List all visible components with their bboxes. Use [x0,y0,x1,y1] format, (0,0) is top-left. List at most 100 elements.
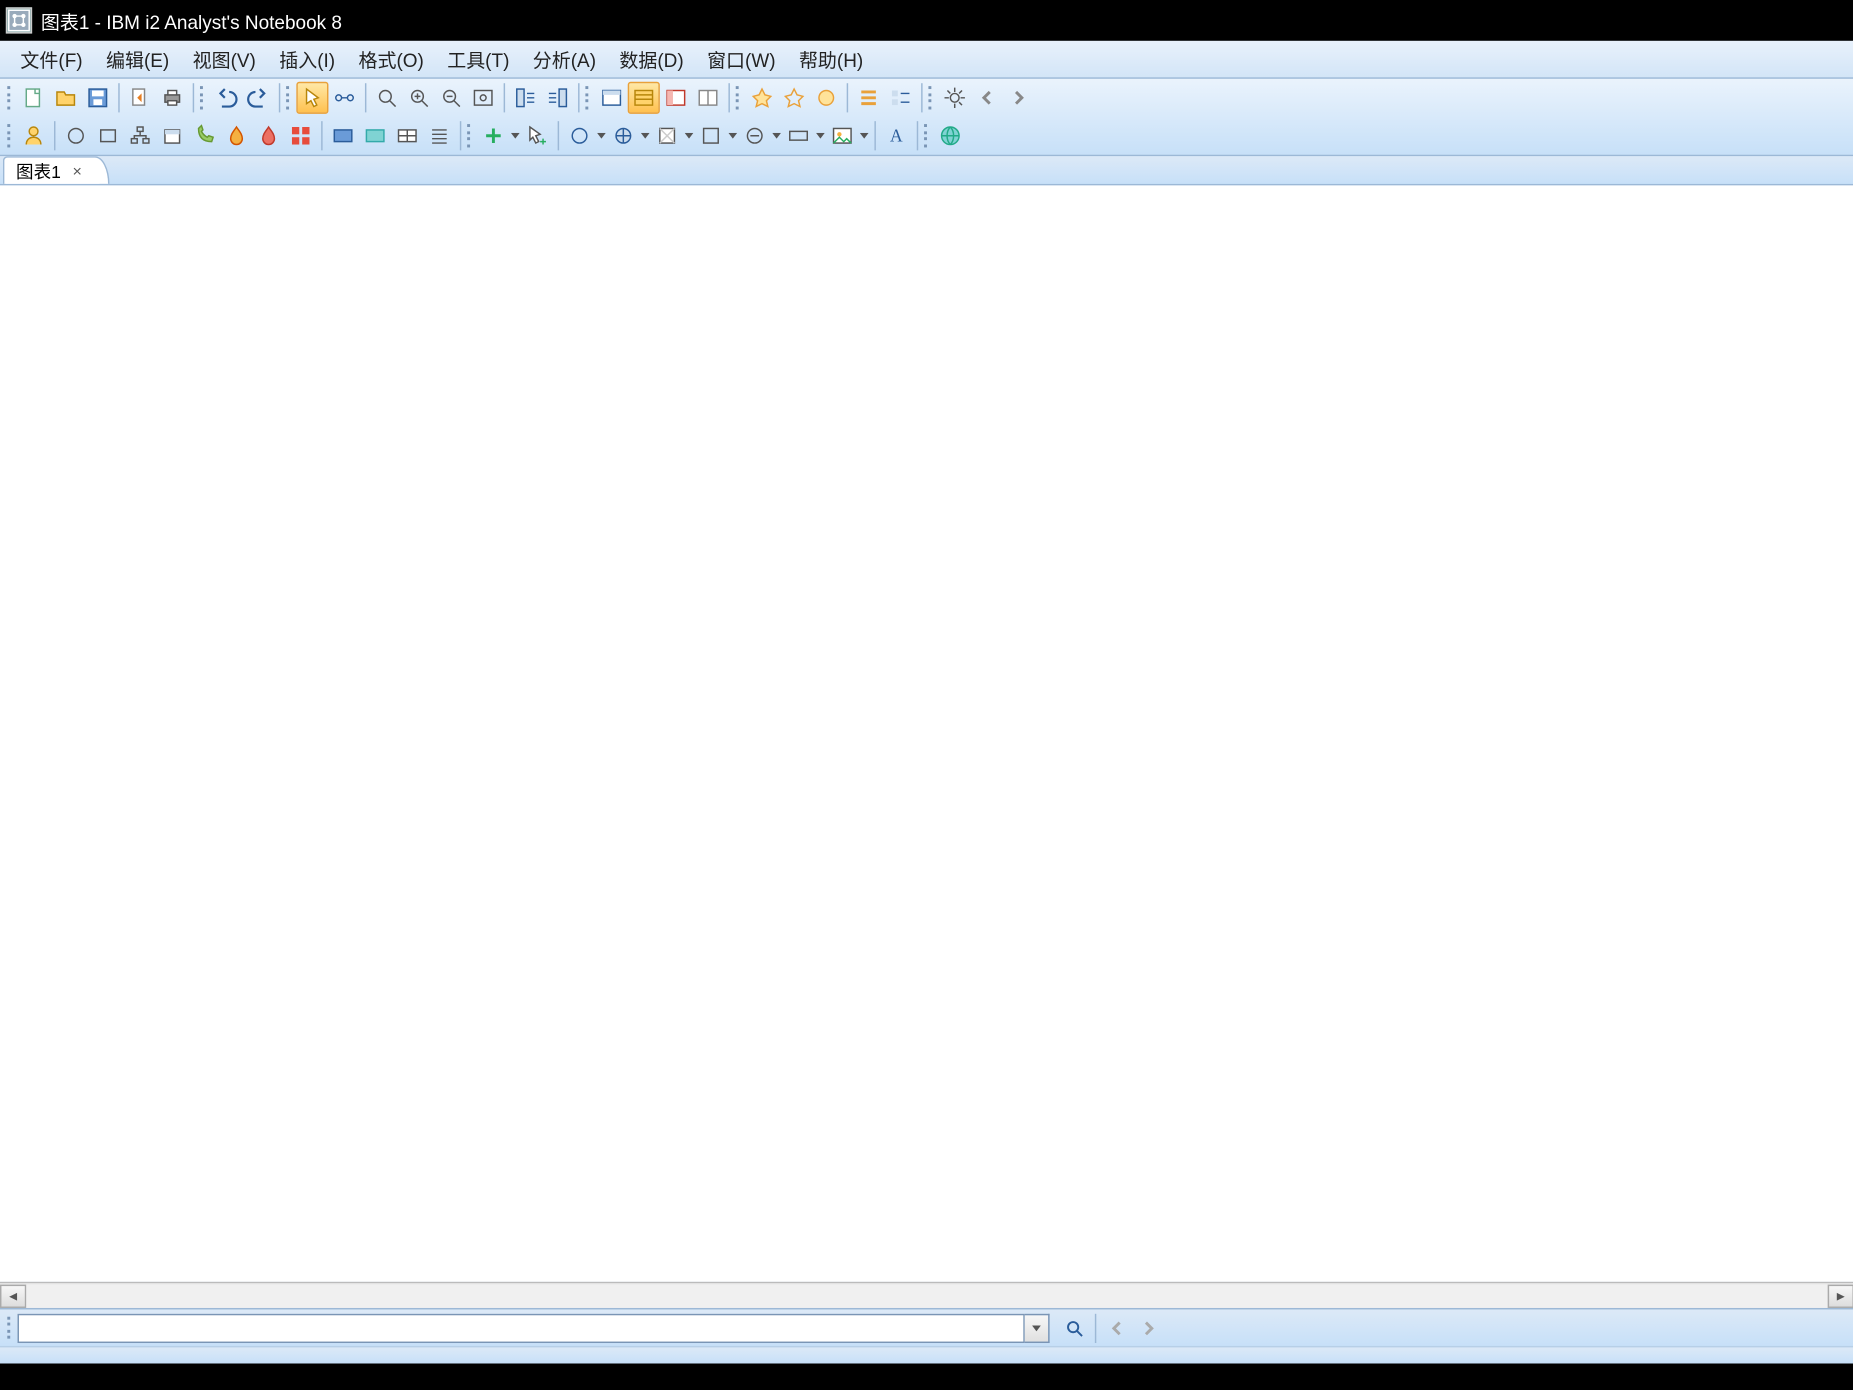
org-entity-button[interactable] [124,120,156,152]
toolbar-row-2: A [0,117,1853,155]
toolbar-separator [917,121,918,150]
toolbar-separator [558,121,559,150]
toolbar-grip[interactable] [584,85,591,111]
card-cyan-button[interactable] [359,120,391,152]
box-entity-button[interactable] [92,120,124,152]
toolbar-grip[interactable] [6,123,13,149]
circle-entity-button[interactable] [60,120,92,152]
status-bar [0,1346,1853,1364]
search-go-button[interactable] [1060,1313,1089,1342]
menu-format[interactable]: 格式(O) [347,42,436,76]
pane-4-button[interactable] [692,82,724,114]
toolbar-separator [54,121,55,150]
menu-view[interactable]: 视图(V) [181,42,268,76]
pointer-add-button[interactable] [521,120,553,152]
pane-1-button[interactable] [596,82,628,114]
toolbar-grip[interactable] [285,85,292,111]
add-dropdown-button[interactable] [477,120,521,152]
toolbar-grip[interactable] [6,85,13,111]
scroll-right-button[interactable]: ► [1828,1284,1853,1307]
menu-data[interactable]: 数据(D) [608,42,696,76]
menu-window[interactable]: 窗口(W) [695,42,787,76]
save-file-button[interactable] [82,82,114,114]
search-dropdown-button[interactable] [1025,1313,1050,1342]
new-file-button[interactable] [18,82,50,114]
list-lines-button[interactable] [423,120,455,152]
menu-edit[interactable]: 编辑(E) [94,42,181,76]
chart-canvas[interactable] [0,185,1853,1281]
redo-button[interactable] [242,82,274,114]
toolbar-grip[interactable] [927,85,934,111]
toolbar-separator [728,83,729,112]
card-blue-button[interactable] [327,120,359,152]
horizontal-scrollbar[interactable]: ◄ ► [0,1282,1853,1308]
import-button[interactable] [124,82,156,114]
circle-style-dropdown[interactable] [563,120,607,152]
close-tab-icon[interactable]: × [73,163,82,181]
zoom-in-button[interactable] [403,82,435,114]
minus-style-dropdown[interactable] [739,120,783,152]
highlight-3-button[interactable] [810,82,842,114]
grid-button[interactable] [285,120,317,152]
search-next-button[interactable] [1134,1313,1163,1342]
settings-button[interactable] [939,82,971,114]
pane-3-button[interactable] [660,82,692,114]
image-style-dropdown[interactable] [826,120,870,152]
menu-tools[interactable]: 工具(T) [436,42,522,76]
document-tab[interactable]: 图表1 × [3,156,110,184]
toolbar-separator [193,83,194,112]
print-button[interactable] [156,82,188,114]
layout-left-button[interactable] [509,82,541,114]
layout-right-button[interactable] [542,82,574,114]
text-tool-button[interactable]: A [880,120,912,152]
shape-style-dropdown[interactable] [651,120,695,152]
flame-2-button[interactable] [253,120,285,152]
rect-style-dropdown[interactable] [782,120,826,152]
pane-2-button[interactable] [628,82,660,114]
phone-entity-button[interactable] [188,120,220,152]
toolbar-separator [365,83,366,112]
entity-button[interactable] [18,120,50,152]
toolbar-separator [847,83,848,112]
decor-style-dropdown[interactable] [607,120,651,152]
toolbar-separator [921,83,922,112]
zoom-fit-button[interactable] [467,82,499,114]
list-2-button[interactable] [885,82,917,114]
toolbar-grip[interactable] [6,1315,13,1341]
search-prev-button[interactable] [1102,1313,1131,1342]
flame-1-button[interactable] [220,120,252,152]
highlight-1-button[interactable] [746,82,778,114]
scroll-left-button[interactable]: ◄ [0,1284,26,1307]
toolbar-grip[interactable] [923,123,930,149]
globe-button[interactable] [934,120,966,152]
toolbar-separator [504,83,505,112]
highlight-2-button[interactable] [778,82,810,114]
toolbar-separator [460,121,461,150]
menu-analyze[interactable]: 分析(A) [521,42,608,76]
menubar: 文件(F) 编辑(E) 视图(V) 插入(I) 格式(O) 工具(T) 分析(A… [0,41,1853,79]
toolbar-separator [1095,1313,1096,1342]
pointer-tool-button[interactable] [296,82,328,114]
find-button[interactable] [371,82,403,114]
event-entity-button[interactable] [156,120,188,152]
list-1-button[interactable] [853,82,885,114]
menu-insert[interactable]: 插入(I) [268,42,347,76]
toolbar-row-1 [0,79,1853,117]
undo-button[interactable] [210,82,242,114]
open-file-button[interactable] [50,82,82,114]
zoom-out-button[interactable] [435,82,467,114]
svg-text:A: A [890,126,903,146]
card-grid-button[interactable] [391,120,423,152]
menu-help[interactable]: 帮助(H) [787,42,875,76]
toolbar-grip[interactable] [199,85,206,111]
search-input[interactable] [18,1313,1025,1342]
square-style-dropdown[interactable] [695,120,739,152]
scroll-track[interactable] [26,1284,1827,1307]
menu-file[interactable]: 文件(F) [9,42,95,76]
nav-prev-button[interactable] [971,82,1003,114]
toolbar-grip[interactable] [466,123,473,149]
link-tool-button[interactable] [328,82,360,114]
nav-next-button[interactable] [1003,82,1035,114]
titlebar: 图表1 - IBM i2 Analyst's Notebook 8 [0,0,1853,41]
toolbar-grip[interactable] [734,85,741,111]
